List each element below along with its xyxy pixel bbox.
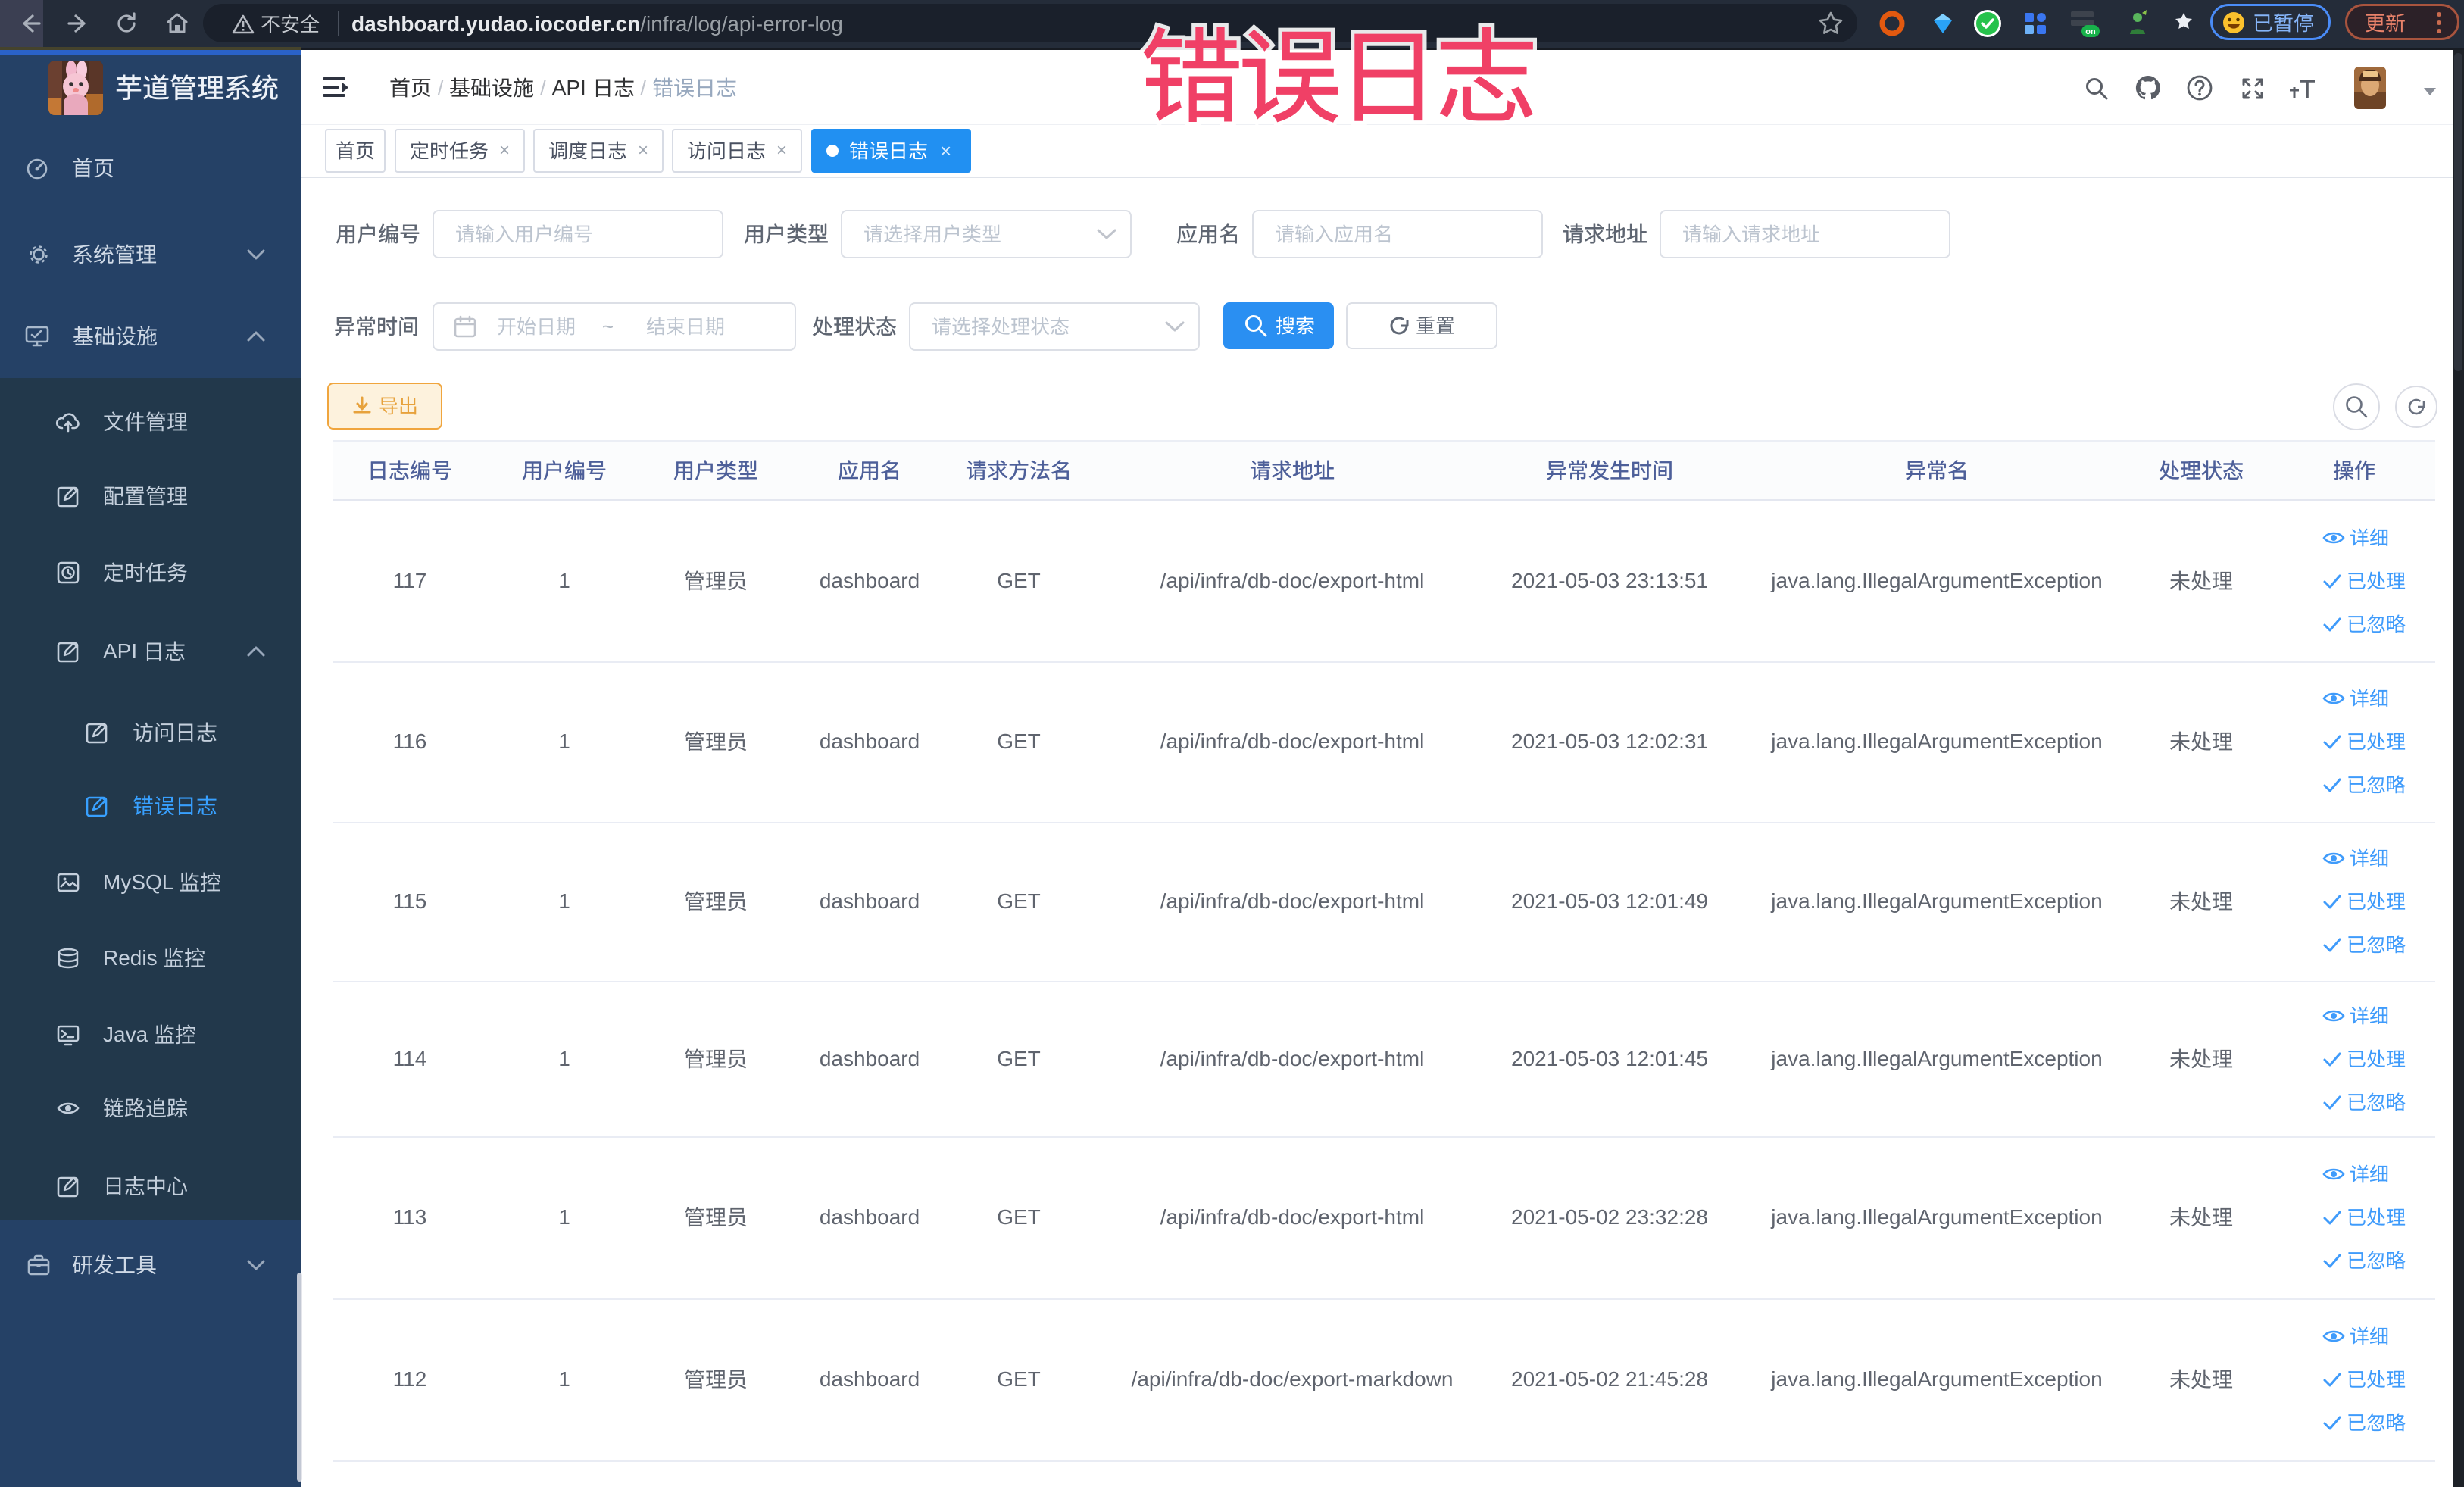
svg-text:on: on (2085, 27, 2096, 36)
